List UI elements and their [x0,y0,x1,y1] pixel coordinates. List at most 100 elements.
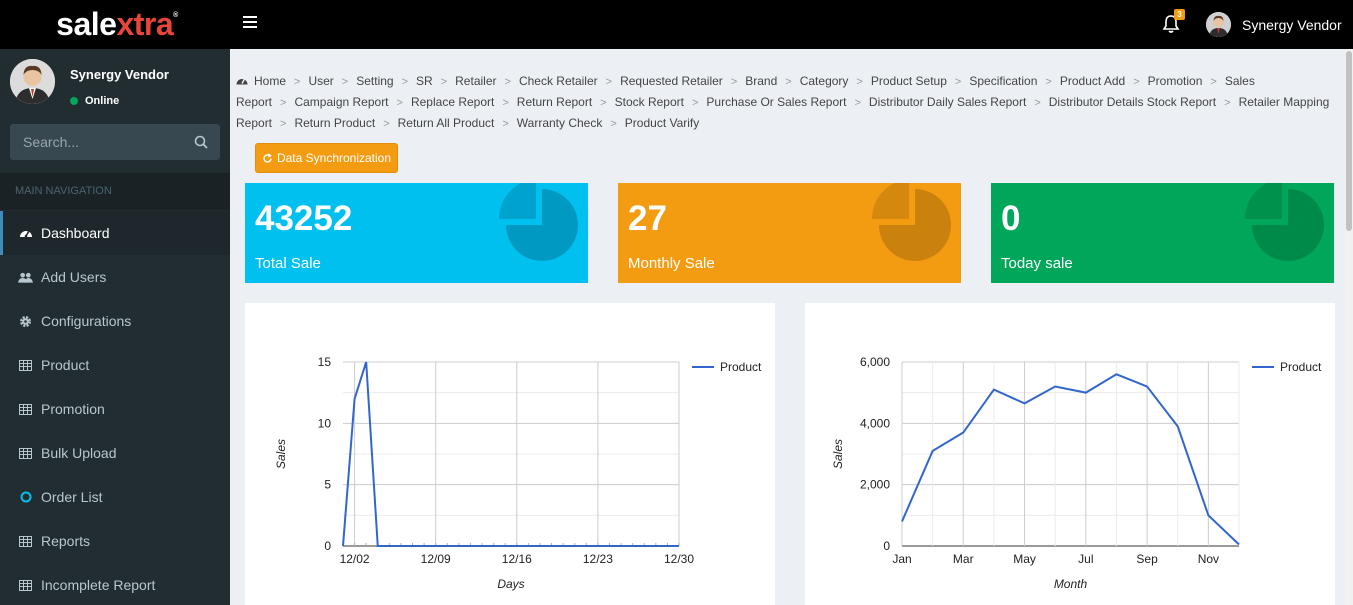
search-icon[interactable] [194,135,208,149]
breadcrumb-item[interactable]: Return Report [517,95,592,109]
breadcrumb-item[interactable]: Warranty Check [517,116,603,130]
x-axis-title: Days [497,577,524,591]
y-tick-label: 10 [318,416,332,430]
brand-logo[interactable]: salextra® [0,0,230,49]
y-axis-title: Sales [274,439,288,469]
breadcrumb-item[interactable]: SR [416,74,433,88]
table-icon [18,578,33,593]
sidebar-item-label: Add Users [41,269,107,285]
search-input[interactable] [10,124,186,160]
breadcrumb-item[interactable]: Campaign Report [294,95,388,109]
series-line-product [901,373,1240,546]
breadcrumb-item[interactable]: Product Add [1060,74,1125,88]
breadcrumb-item[interactable]: Product Setup [871,74,947,88]
gear-icon [18,314,33,329]
breadcrumb-item[interactable]: Setting [356,74,393,88]
table-icon [18,446,33,461]
breadcrumb-item[interactable]: Specification [969,74,1037,88]
breadcrumb-separator: > [294,76,301,88]
breadcrumb-item[interactable]: Home [254,74,286,88]
breadcrumb-item[interactable]: User [308,74,333,88]
x-tick-label: Mar [953,552,974,566]
breadcrumb-item[interactable]: Stock Report [615,95,684,109]
y-tick-label: 0 [324,539,331,553]
breadcrumb-item[interactable]: Requested Retailer [620,74,723,88]
breadcrumb-separator: > [854,97,861,109]
breadcrumb-separator: > [504,76,511,88]
y-axis-title: Sales [831,439,845,469]
scrollbar-thumb[interactable] [1346,51,1352,231]
pie-chart-icon [499,183,578,261]
sidebar-item-label: Dashboard [41,225,110,241]
logo-registered: ® [173,12,178,19]
x-tick-label: Sep [1136,552,1158,566]
avatar [10,59,55,104]
breadcrumb-item[interactable]: Purchase Or Sales Report [706,95,846,109]
page-scrollbar[interactable] [1345,49,1353,605]
stat-label: Today sale [1001,255,1073,272]
user-panel: Synergy Vendor Online [0,49,230,117]
breadcrumb-separator: > [954,76,962,88]
logo-text-sale: sale [56,6,117,42]
dashboard-icon [18,226,33,241]
sidebar-item-dashboard[interactable]: Dashboard [0,211,230,255]
users-icon [18,270,33,285]
breadcrumb-item[interactable]: Replace Report [411,95,494,109]
x-tick-label: Jul [1078,552,1093,566]
sidebar-item-order-list[interactable]: Order List [0,475,230,519]
top-header: salextra® 3 Synergy Vendor [0,0,1353,49]
breadcrumb-separator: > [1210,76,1217,88]
y-tick-label: 0 [883,539,890,553]
breadcrumb-separator: > [691,97,699,109]
breadcrumb-item[interactable]: Return Product [294,116,375,130]
breadcrumb-item[interactable]: Distributor Details Stock Report [1049,95,1216,109]
sidebar-item-reports[interactable]: Reports [0,519,230,563]
breadcrumb-separator: > [341,76,349,88]
online-dot-icon [70,97,78,105]
breadcrumb-item[interactable]: Distributor Daily Sales Report [869,95,1026,109]
breadcrumb-item[interactable]: Brand [745,74,777,88]
breadcrumb-item[interactable]: Category [800,74,849,88]
breadcrumb-item[interactable]: Return All Product [398,116,495,130]
table-icon [18,402,33,417]
sidebar-user-name: Synergy Vendor [70,67,169,82]
stat-box-monthly-sale: 27 Monthly Sale [618,183,961,283]
y-tick-label: 15 [318,355,332,369]
breadcrumb-separator: > [730,76,738,88]
breadcrumb-separator: > [401,76,409,88]
pie-chart-icon [1245,183,1324,261]
sidebar-item-bulk-upload[interactable]: Bulk Upload [0,431,230,475]
data-sync-button[interactable]: Data Synchronization [255,143,398,173]
breadcrumb-separator: > [396,97,403,109]
breadcrumb-separator: > [600,97,607,109]
legend-label: Product [1280,360,1322,374]
user-menu[interactable]: Synergy Vendor [1206,12,1342,37]
breadcrumb-separator: > [440,76,448,88]
sidebar-search [10,124,220,160]
breadcrumb-item[interactable]: Product Varify [625,116,699,130]
status-badge: Online [70,95,119,107]
sidebar-item-incomplete-report[interactable]: Incomplete Report [0,563,230,605]
sidebar-item-promotion[interactable]: Promotion [0,387,230,431]
breadcrumb-separator: > [502,97,509,109]
breadcrumb-item[interactable]: Check Retailer [519,74,598,88]
sidebar-item-product[interactable]: Product [0,343,230,387]
monthly-sales-chart: 0 2,000 4,000 6,000 Jan Mar May Jul Sep Nov Month S… [831,355,1322,591]
breadcrumb-separator: > [605,76,613,88]
stat-value: 0 [1001,199,1021,238]
breadcrumb-separator: > [502,118,509,130]
sidebar-item-add-users[interactable]: Add Users [0,255,230,299]
sidebar-toggle-icon[interactable] [243,16,257,30]
breadcrumb-item[interactable]: Retailer [455,74,496,88]
x-tick-label: Jan [892,552,911,566]
breadcrumb-item[interactable]: Promotion [1148,74,1203,88]
x-tick-label: 12/09 [421,552,451,566]
breadcrumb-separator: > [1034,97,1041,109]
sidebar-item-configurations[interactable]: Configurations [0,299,230,343]
x-tick-label: 12/02 [340,552,370,566]
breadcrumb-separator: > [383,118,390,130]
user-name: Synergy Vendor [1242,16,1342,33]
table-icon [18,534,33,549]
x-tick-label: 12/30 [664,552,694,566]
sidebar-item-label: Bulk Upload [41,445,117,461]
